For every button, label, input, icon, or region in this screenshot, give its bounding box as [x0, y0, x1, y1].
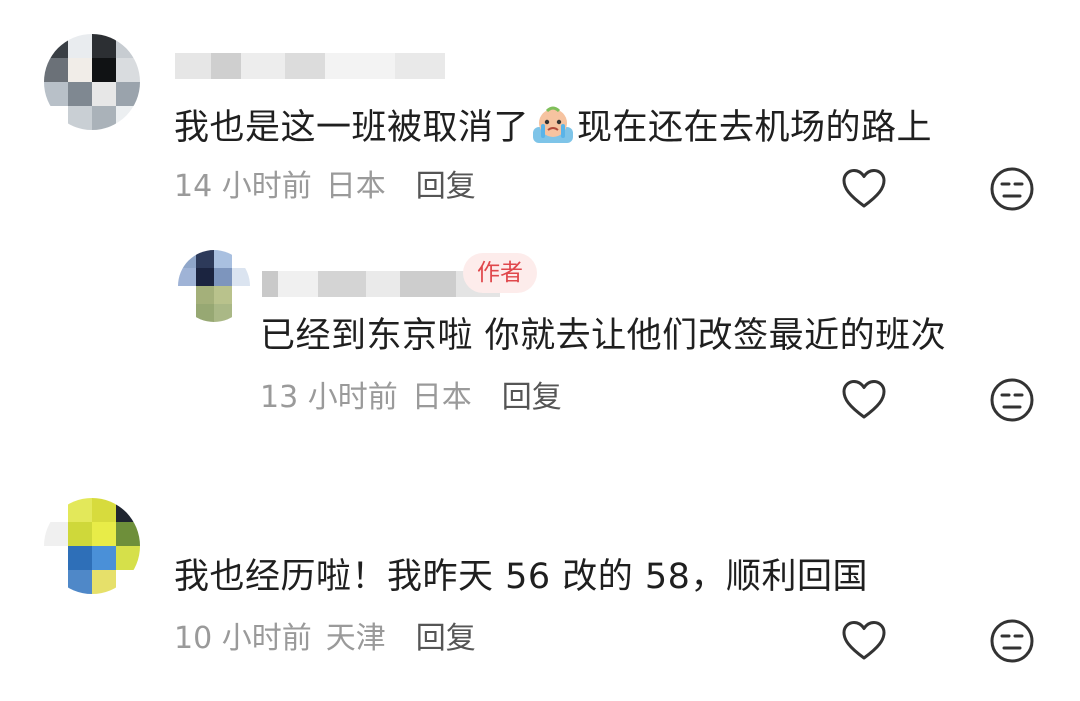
- location: 日本: [325, 169, 386, 204]
- comment-text: 我也经历啦！我昨天 56 改的 58，顺利回国: [174, 557, 868, 597]
- like-button[interactable]: [838, 615, 890, 667]
- heart-icon: [842, 380, 886, 419]
- neutral-face-icon: [990, 619, 1034, 663]
- author-badge: 作者: [463, 253, 537, 293]
- location: 日本: [411, 380, 472, 415]
- dislike-button[interactable]: [986, 374, 1038, 426]
- reply-button[interactable]: 回复: [416, 169, 476, 204]
- crying-emoji-icon: [533, 106, 574, 143]
- timestamp: 13 小时前: [260, 380, 398, 415]
- reply-meta: 13 小时前 日本 回复: [260, 378, 562, 418]
- comment-meta: 14 小时前 日本 回复: [174, 167, 476, 207]
- heart-icon: [842, 621, 886, 660]
- reply-button[interactable]: 回复: [502, 380, 562, 415]
- timestamp: 10 小时前: [174, 621, 312, 656]
- like-button[interactable]: [838, 163, 890, 215]
- avatar[interactable]: [44, 498, 140, 594]
- avatar[interactable]: [44, 34, 140, 130]
- reply-text: 已经到东京啦 你就去让他们改签最近的班次: [260, 316, 947, 356]
- dislike-button[interactable]: [986, 615, 1038, 667]
- dislike-button[interactable]: [986, 163, 1038, 215]
- heart-icon: [842, 169, 886, 208]
- neutral-face-icon: [990, 167, 1034, 211]
- avatar[interactable]: [178, 250, 250, 322]
- username-blurred[interactable]: [175, 50, 445, 82]
- location: 天津: [325, 621, 386, 656]
- comment-text: 我也是这一班被取消了 现在还在去机场的路上: [174, 105, 932, 150]
- like-button[interactable]: [838, 374, 890, 426]
- reply-button[interactable]: 回复: [416, 621, 476, 656]
- neutral-face-icon: [990, 378, 1034, 422]
- comment-meta: 10 小时前 天津 回复: [174, 619, 476, 659]
- timestamp: 14 小时前: [174, 169, 312, 204]
